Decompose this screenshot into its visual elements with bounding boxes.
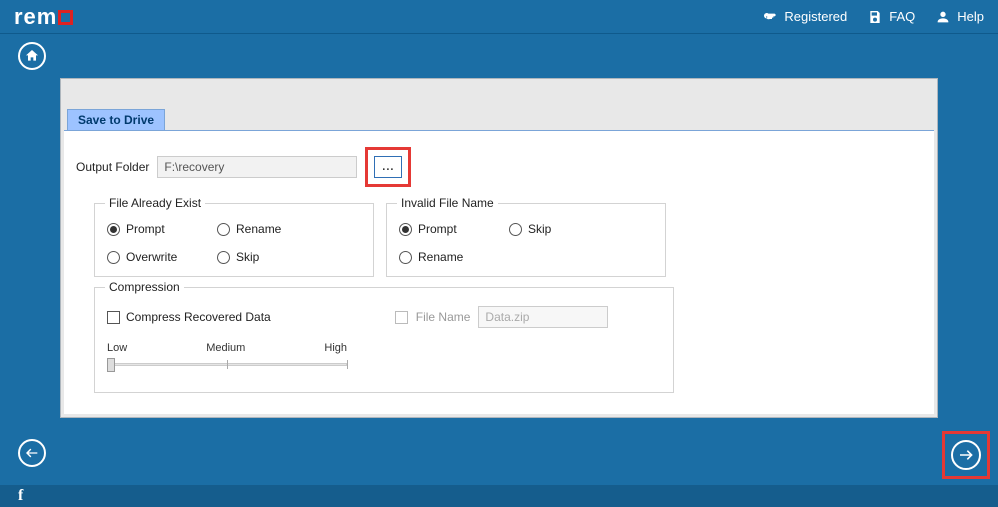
invalid-file-name-group: Invalid File Name Prompt Skip Rename	[386, 203, 666, 277]
exist-overwrite-label: Overwrite	[126, 250, 177, 264]
exist-prompt-label: Prompt	[126, 222, 165, 236]
options-row: File Already Exist Prompt Rename Overwri…	[94, 203, 922, 277]
logo: rem	[14, 4, 73, 30]
exist-skip-label: Skip	[236, 250, 259, 264]
compress-checkbox-label: Compress Recovered Data	[126, 310, 271, 324]
registered-label: Registered	[784, 9, 847, 24]
next-highlight	[942, 431, 990, 479]
back-button[interactable]	[18, 439, 46, 467]
checkbox-icon	[107, 311, 120, 324]
compression-slider[interactable]	[107, 358, 347, 372]
next-button[interactable]	[951, 440, 981, 470]
key-icon	[762, 9, 778, 25]
arrow-right-icon	[957, 446, 975, 464]
radio-icon	[217, 223, 230, 236]
logo-text: rem	[14, 4, 57, 30]
top-bar: rem Registered FAQ Help	[0, 0, 998, 34]
arrow-left-icon	[24, 445, 40, 461]
file-already-exist-group: File Already Exist Prompt Rename Overwri…	[94, 203, 374, 277]
faq-button[interactable]: FAQ	[867, 9, 915, 25]
exist-overwrite-radio[interactable]: Overwrite	[107, 250, 207, 264]
tab-label: Save to Drive	[78, 113, 154, 127]
tab-body: Output Folder ... File Already Exist Pro…	[64, 130, 934, 414]
radio-icon	[399, 251, 412, 264]
output-folder-input[interactable]	[157, 156, 357, 178]
compression-group: Compression Compress Recovered Data File…	[94, 287, 674, 393]
slider-low-label: Low	[107, 342, 127, 354]
radio-icon	[399, 223, 412, 236]
invalid-prompt-radio[interactable]: Prompt	[399, 222, 499, 236]
invalid-rename-radio[interactable]: Rename	[399, 250, 499, 264]
logo-square-icon	[58, 10, 73, 25]
exist-rename-radio[interactable]: Rename	[217, 222, 317, 236]
slider-tick	[227, 360, 228, 369]
registered-button[interactable]: Registered	[762, 9, 847, 25]
footer: f	[0, 485, 998, 507]
invalid-skip-radio[interactable]: Skip	[509, 222, 609, 236]
output-folder-row: Output Folder ...	[76, 147, 922, 187]
filename-checkbox	[395, 311, 408, 324]
slider-high-label: High	[324, 342, 347, 354]
browse-highlight: ...	[365, 147, 411, 187]
filename-input	[478, 306, 608, 328]
invalid-skip-label: Skip	[528, 222, 551, 236]
output-folder-label: Output Folder	[76, 160, 149, 174]
nav-bottom	[0, 437, 998, 475]
slider-medium-label: Medium	[206, 342, 245, 354]
slider-labels: Low Medium High	[107, 342, 347, 354]
save-icon	[867, 9, 883, 25]
tab-save-to-drive[interactable]: Save to Drive	[67, 109, 165, 131]
radio-icon	[217, 251, 230, 264]
compress-checkbox[interactable]: Compress Recovered Data	[107, 310, 271, 324]
person-icon	[935, 9, 951, 25]
slider-tick	[347, 360, 348, 369]
exist-skip-radio[interactable]: Skip	[217, 250, 317, 264]
help-label: Help	[957, 9, 984, 24]
main-panel: Save to Drive Output Folder ... File Alr…	[60, 78, 938, 418]
home-button[interactable]	[18, 42, 46, 70]
tab-strip: Save to Drive	[61, 109, 165, 131]
topbar-right: Registered FAQ Help	[762, 9, 984, 25]
exist-prompt-radio[interactable]: Prompt	[107, 222, 207, 236]
home-row	[0, 34, 998, 78]
radio-icon	[107, 223, 120, 236]
radio-icon	[509, 223, 522, 236]
filename-label: File Name	[416, 310, 471, 324]
facebook-icon[interactable]: f	[18, 487, 23, 505]
exist-rename-label: Rename	[236, 222, 281, 236]
invalid-rename-label: Rename	[418, 250, 463, 264]
slider-thumb[interactable]	[107, 358, 115, 372]
compression-title: Compression	[105, 280, 184, 294]
faq-label: FAQ	[889, 9, 915, 24]
home-icon	[24, 48, 40, 64]
invalid-prompt-label: Prompt	[418, 222, 457, 236]
browse-button[interactable]: ...	[374, 156, 402, 178]
invalid-file-name-title: Invalid File Name	[397, 196, 498, 210]
file-already-exist-title: File Already Exist	[105, 196, 205, 210]
help-button[interactable]: Help	[935, 9, 984, 25]
radio-icon	[107, 251, 120, 264]
